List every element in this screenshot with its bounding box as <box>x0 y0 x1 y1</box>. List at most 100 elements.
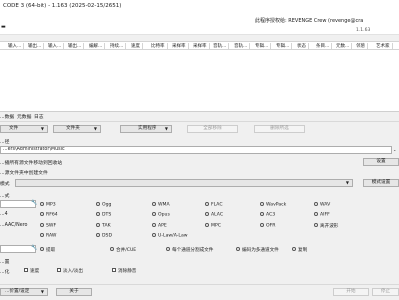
radio-icon <box>152 223 156 227</box>
create-in-source-folder-label[interactable]: ...源文件夹中创建文件 <box>0 169 48 176</box>
merge-cue-radio[interactable]: 合并/CUE <box>110 247 136 253</box>
column-header[interactable]: 持续... <box>110 43 127 50</box>
column-header[interactable]: 艺术家 <box>376 43 393 50</box>
file-dropdown[interactable]: 文件 ▼ <box>0 125 48 133</box>
radio-icon <box>152 212 156 216</box>
column-header[interactable]: 专辑... <box>255 43 272 50</box>
stop-button[interactable]: 停止 <box>372 288 399 296</box>
format-radio-tak[interactable]: TAK <box>96 223 111 229</box>
format-row-prefix: ...4 <box>0 212 8 217</box>
column-header[interactable]: 输出... <box>68 43 85 50</box>
format-radio-ofr[interactable]: OFR <box>260 223 275 229</box>
split-channels-radio[interactable]: 每个通道分割成文件 <box>166 247 213 253</box>
column-header[interactable]: 速度 <box>131 43 143 50</box>
format-radio-dts[interactable]: DTS <box>96 212 111 218</box>
radio-icon <box>260 223 264 227</box>
tab-log[interactable]: 日志 <box>34 113 44 120</box>
settings-button[interactable]: 设置 <box>363 158 399 166</box>
column-header[interactable]: 输出... <box>28 43 45 50</box>
version-label: 1.1.63 <box>356 28 371 33</box>
column-header[interactable]: 音轨... <box>234 43 251 50</box>
format-radio-wma[interactable]: WMA <box>152 202 170 208</box>
column-header[interactable]: 状态 <box>297 43 309 50</box>
radio-icon <box>260 202 264 206</box>
chevron-down-icon[interactable]: ⌄ <box>393 147 396 152</box>
column-header[interactable]: 采样率 <box>193 43 210 50</box>
start-button[interactable]: 开始 <box>333 288 369 296</box>
column-header[interactable]: 音轨... <box>213 43 230 50</box>
about-button[interactable]: 关于 <box>56 288 92 296</box>
radio-icon <box>96 212 100 216</box>
radio-icon <box>40 247 44 252</box>
wrench-icon[interactable]: 🔧 <box>31 200 37 206</box>
chevron-down-icon: ▼ <box>40 126 44 131</box>
format-radio-waveform[interactable]: 离开波形 <box>314 223 338 229</box>
format-radio-dsd[interactable]: DSD <box>96 233 112 239</box>
tab-data[interactable]: ...数据 <box>0 113 14 120</box>
menu-icon[interactable]: ▬ <box>1 24 6 30</box>
format-radio-ulaw[interactable]: U-Law/A-Law <box>152 233 188 239</box>
divider <box>0 121 399 122</box>
format-radio-raw[interactable]: RAW <box>40 233 56 239</box>
remove-all-button[interactable]: 全部移除 <box>187 125 238 133</box>
column-header[interactable]: 专辑... <box>276 43 293 50</box>
column-header[interactable]: 输入... <box>8 43 25 50</box>
window-title: CODE 3 (64-bit) - 1.163 (2025-02-15/2651… <box>3 3 122 9</box>
wrench-icon[interactable]: 🔧 <box>31 245 37 251</box>
column-header[interactable]: 元数... <box>336 43 353 50</box>
format-radio-opus[interactable]: Opus <box>152 212 170 218</box>
format-radio-ogg[interactable]: Ogg <box>96 202 111 208</box>
radio-icon <box>40 202 44 206</box>
file-list[interactable] <box>0 50 399 112</box>
format-radio-flac[interactable]: FLAC <box>205 202 223 208</box>
radio-icon <box>110 247 114 252</box>
move-source-label[interactable]: ...播所有源文件移动到回收站 <box>0 159 62 166</box>
column-header[interactable]: 条目... <box>316 43 333 50</box>
format-radio-aiff[interactable]: AIFF <box>314 212 330 218</box>
misc-prefix: ...化 <box>0 270 10 275</box>
remove-silence-checkbox[interactable]: 消除静音 <box>112 268 136 274</box>
mode-settings-button[interactable]: 模式设置 <box>363 179 399 187</box>
radio-icon <box>260 212 264 216</box>
column-header[interactable]: 比特率 <box>151 43 168 50</box>
multichannel-radio[interactable]: 编码为多通道文件 <box>236 247 279 253</box>
folder-dropdown[interactable]: 文件夹 ▼ <box>53 125 101 133</box>
output-path-field[interactable]: ...ers\Administrator\Music <box>0 146 392 154</box>
column-header[interactable]: 邻葱 <box>356 43 368 50</box>
radio-icon <box>96 223 100 227</box>
toolbar: ▬ 此程序授权给: REVENGE Crew (revenge@cra 1.1.… <box>0 15 399 35</box>
format-radio-wav[interactable]: WAV <box>314 202 330 208</box>
radio-icon <box>314 212 318 216</box>
checkbox-icon <box>24 268 28 273</box>
radio-icon <box>205 212 209 216</box>
preset-dropdown[interactable]: ...价置/设定 ▼ <box>0 288 48 296</box>
radio-icon <box>40 223 44 227</box>
format-radio-ac3[interactable]: AC3 <box>260 212 275 218</box>
divider <box>0 284 399 285</box>
speed-checkbox[interactable]: 速度 <box>24 268 39 274</box>
column-header[interactable]: 编解... <box>89 43 106 50</box>
format-radio-ape[interactable]: APE <box>152 223 167 229</box>
radio-icon <box>152 233 156 237</box>
format-radio-mpc[interactable]: MPC <box>205 223 221 229</box>
misc-section-label: ...置 <box>0 260 10 265</box>
mode-label: 模式 <box>0 182 10 187</box>
mode-dropdown[interactable]: ▼ <box>15 179 353 187</box>
copy-radio[interactable]: 复制 <box>292 247 307 253</box>
extract-radio[interactable]: 提取 <box>40 247 55 253</box>
format-radio-alac[interactable]: ALAC <box>205 212 223 218</box>
format-radio-mp3[interactable]: MP3 <box>40 202 56 208</box>
format-radio-rf64[interactable]: RF64 <box>40 212 58 218</box>
chevron-down-icon: ▼ <box>345 180 349 185</box>
tab-bar: ...数据 元数据 日志 <box>0 112 399 121</box>
column-header[interactable]: 采样率 <box>172 43 189 50</box>
tab-metadata[interactable]: 元数据 <box>17 113 31 120</box>
remove-selected-button[interactable]: 删除所选 <box>254 125 305 133</box>
radio-icon <box>236 247 240 252</box>
column-header[interactable]: 输入... <box>48 43 65 50</box>
utilities-dropdown[interactable]: 实用程序 ▼ <box>120 125 172 133</box>
format-radio-swf[interactable]: SWF <box>40 223 56 229</box>
fade-checkbox[interactable]: 淡入/淡出 <box>57 268 83 274</box>
file-list-header: 输入... 输出... 输入... 输出... 编解... 持续... 速度 比… <box>0 41 399 50</box>
format-radio-wavpack[interactable]: WavPack <box>260 202 286 208</box>
